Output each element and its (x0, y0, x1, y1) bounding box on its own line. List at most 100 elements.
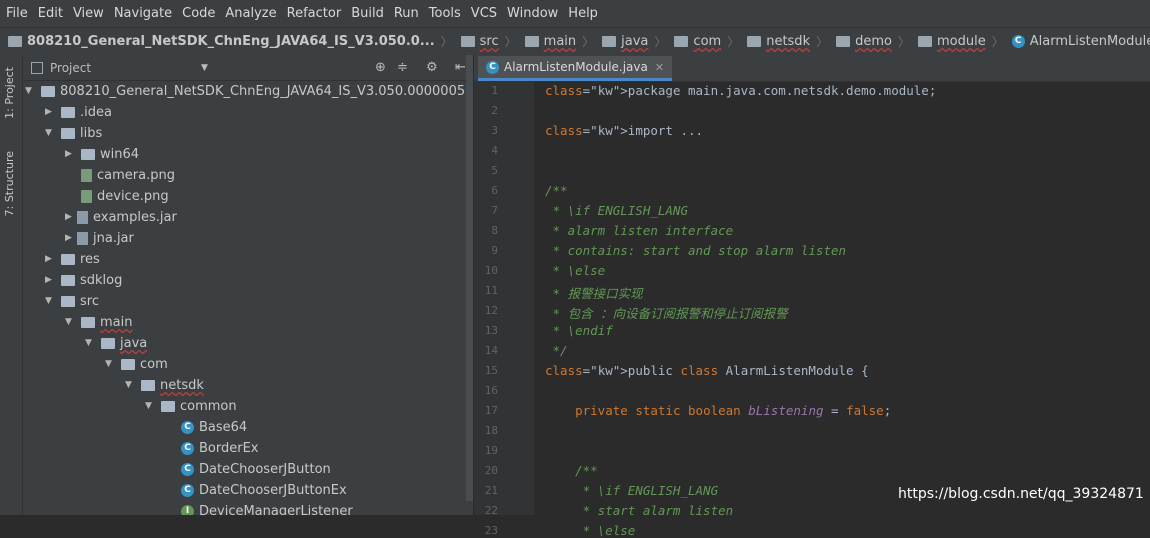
menu-item-view[interactable]: View (68, 6, 109, 21)
code-line[interactable]: */ (545, 343, 568, 358)
code-line[interactable]: class="kw">public class AlarmListenModul… (545, 363, 869, 378)
chevron-right-icon[interactable]: ▶ (65, 207, 77, 228)
gear-icon[interactable]: ⚙ (426, 60, 438, 75)
tree-node[interactable]: ▼ common (145, 396, 237, 417)
tree-node[interactable]: ▼ src (45, 291, 99, 312)
jar-icon (77, 211, 88, 224)
chevron-right-icon[interactable]: ▶ (45, 102, 57, 123)
code-line[interactable]: * \if ENGLISH_LANG (545, 203, 688, 218)
collapse-icon[interactable]: ≑ (397, 60, 408, 75)
tree-node[interactable]: ▼ libs (45, 123, 102, 144)
breadcrumb-item[interactable]: module 〉 (910, 33, 1004, 50)
tree-scrollbar[interactable] (466, 55, 473, 501)
breadcrumb-item[interactable]: src 〉 (453, 33, 517, 50)
code-line[interactable]: * 报警接口实现 (545, 283, 643, 302)
line-number: 11 (484, 284, 498, 297)
chevron-down-icon[interactable]: ▼ (65, 312, 77, 333)
project-panel-title[interactable]: Project (50, 61, 91, 75)
code-line[interactable]: * contains: start and stop alarm listen (545, 243, 847, 258)
tree-node[interactable]: ▶ jna.jar (65, 228, 134, 249)
chevron-down-icon[interactable]: ▼ (85, 333, 97, 354)
tree-node[interactable]: C DateChooserJButton (165, 459, 331, 480)
tree-node[interactable]: I DeviceManagerListener (165, 501, 353, 515)
tree-node[interactable]: device.png (65, 186, 169, 207)
line-number: 5 (491, 164, 498, 177)
locate-icon[interactable]: ⊕ (375, 60, 386, 75)
chevron-right-icon: 〉 (440, 35, 453, 49)
tree-node[interactable]: camera.png (65, 165, 175, 186)
tree-node[interactable]: C Base64 (165, 417, 247, 438)
menu-item-vcs[interactable]: VCS (466, 6, 502, 21)
tab-alarm-listen-module[interactable]: C AlarmListenModule.java ✕ (478, 56, 673, 81)
tree-node[interactable]: C BorderEx (165, 438, 259, 459)
tree-node[interactable]: ▼ java (85, 333, 147, 354)
breadcrumb-item[interactable]: com 〉 (666, 33, 739, 50)
chevron-right-icon[interactable]: ▶ (65, 144, 77, 165)
menu-item-edit[interactable]: Edit (33, 6, 68, 21)
chevron-down-icon[interactable]: ▼ (125, 375, 137, 396)
code-line[interactable]: class="kw">import ... (545, 123, 703, 138)
class-icon: C (181, 421, 194, 434)
menu-item-run[interactable]: Run (389, 6, 424, 21)
code-line[interactable]: * start alarm listen (545, 503, 734, 518)
breadcrumb-item[interactable]: 808210_General_NetSDK_ChnEng_JAVA64_IS_V… (0, 33, 453, 50)
menu-item-navigate[interactable]: Navigate (109, 6, 177, 21)
image-file-icon (81, 190, 92, 203)
breadcrumb-item[interactable]: netsdk 〉 (739, 33, 828, 50)
tab-project[interactable]: 1: Project (3, 67, 16, 119)
folder-icon (8, 36, 22, 47)
editor-tab-bar: C AlarmListenModule.java ✕ (474, 55, 1150, 82)
code-line[interactable]: * 包含 ：向设备订阅报警和停止订阅报警 (545, 303, 788, 322)
tree-node[interactable]: ▼ 808210_General_NetSDK_ChnEng_JAVA64_IS_… (25, 81, 473, 102)
code-line[interactable]: /** (545, 463, 598, 478)
chevron-down-icon[interactable]: ▼ (105, 354, 117, 375)
menu-item-refactor[interactable]: Refactor (282, 6, 347, 21)
code-line[interactable]: class="kw">package main.java.com.netsdk.… (545, 83, 936, 98)
line-number: 22 (484, 504, 498, 517)
tree-node[interactable]: ▼ netsdk (125, 375, 204, 396)
menu-item-file[interactable]: File (0, 6, 33, 21)
tree-node[interactable]: ▶ res (45, 249, 100, 270)
chevron-down-icon[interactable]: ▼ (201, 63, 208, 73)
chevron-down-icon[interactable]: ▼ (25, 81, 37, 102)
line-number: 14 (484, 344, 498, 357)
close-icon[interactable]: ✕ (655, 61, 664, 74)
code-line[interactable]: * \if ENGLISH_LANG (545, 483, 718, 498)
tree-node[interactable]: ▼ com (105, 354, 168, 375)
tab-structure[interactable]: 7: Structure (3, 151, 16, 216)
menu-item-code[interactable]: Code (177, 6, 220, 21)
code-line[interactable]: * alarm listen interface (545, 223, 734, 238)
menu-item-help[interactable]: Help (563, 6, 603, 21)
chevron-right-icon[interactable]: ▶ (65, 228, 77, 249)
breadcrumb-item[interactable]: main 〉 (517, 33, 594, 50)
hide-icon[interactable]: ⇤ (455, 60, 466, 75)
tree-node[interactable]: ▶ .idea (45, 102, 112, 123)
tree-node[interactable]: C DateChooserJButtonEx (165, 480, 347, 501)
chevron-down-icon[interactable]: ▼ (45, 123, 57, 144)
breadcrumb-label: com (693, 34, 722, 49)
folder-icon (61, 296, 75, 307)
breadcrumb-item[interactable]: demo 〉 (828, 33, 910, 50)
menu-item-window[interactable]: Window (502, 6, 563, 21)
tree-node-label: com (140, 357, 168, 372)
code-line[interactable]: /** (545, 183, 568, 198)
tree-node[interactable]: ▶ win64 (65, 144, 139, 165)
tree-node[interactable]: ▶ examples.jar (65, 207, 177, 228)
menu-item-tools[interactable]: Tools (424, 6, 466, 21)
left-tool-strip: 1: Project 7: Structure (0, 55, 23, 515)
menu-item-analyze[interactable]: Analyze (220, 6, 281, 21)
chevron-right-icon[interactable]: ▶ (45, 270, 57, 291)
tree-node[interactable]: ▼ main (65, 312, 132, 333)
line-number: 6 (491, 184, 498, 197)
chevron-down-icon[interactable]: ▼ (45, 291, 57, 312)
chevron-down-icon[interactable]: ▼ (145, 396, 157, 417)
breadcrumb-item[interactable]: CAlarmListenModule〉 (1004, 33, 1150, 50)
tree-node[interactable]: ▶ sdklog (45, 270, 122, 291)
code-line[interactable]: private static boolean bListening = fals… (545, 403, 891, 418)
code-line[interactable]: * \else (545, 523, 636, 538)
breadcrumb-item[interactable]: java 〉 (594, 33, 666, 50)
chevron-right-icon[interactable]: ▶ (45, 249, 57, 270)
code-line[interactable]: * \endif (545, 323, 613, 338)
code-line[interactable]: * \else (545, 263, 606, 278)
menu-item-build[interactable]: Build (346, 6, 389, 21)
